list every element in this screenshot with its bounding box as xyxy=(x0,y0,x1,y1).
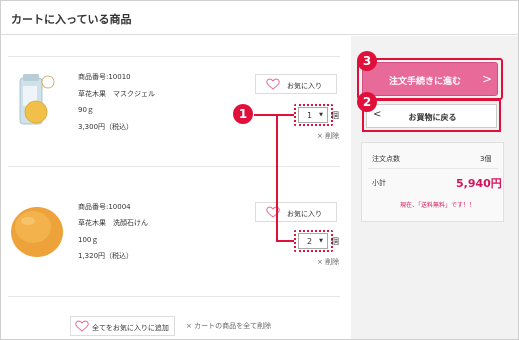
add-to-favorites-button[interactable]: お気に入り xyxy=(255,74,337,94)
checkout-label: 注文手続きに進む xyxy=(388,77,461,87)
divider xyxy=(8,56,340,57)
divider xyxy=(368,168,498,169)
product-size: 90ｇ xyxy=(78,106,94,114)
delete-item-button[interactable]: × 削除 xyxy=(317,131,339,141)
subtotal-value: 5,940円 xyxy=(456,177,502,190)
continue-shopping-button[interactable]: < お買物に戻る xyxy=(366,104,497,128)
back-label: お買物に戻る xyxy=(408,113,457,122)
product-image-mask-gel[interactable] xyxy=(14,72,58,128)
quantity-value: 1 xyxy=(307,111,313,120)
product-image-soap[interactable] xyxy=(8,203,66,259)
chevron-right-icon: > xyxy=(481,72,492,86)
annotation-line xyxy=(276,114,278,242)
delete-item-button[interactable]: × 削除 xyxy=(317,257,339,267)
proceed-to-checkout-button[interactable]: 注文手続きに進む > xyxy=(362,62,498,96)
quantity-select[interactable]: 2 ▼ xyxy=(298,233,328,249)
delete-all-button[interactable]: × カートの商品を全て削除 xyxy=(186,321,271,331)
heart-icon xyxy=(266,78,280,90)
subtotal-label: 小計 xyxy=(372,179,386,187)
heart-icon xyxy=(75,320,89,332)
product-size: 100ｇ xyxy=(78,236,99,244)
favorites-label: お気に入り xyxy=(287,82,322,90)
product-price: 1,320円（税込） xyxy=(78,252,134,260)
annotation-badge-3: 3 xyxy=(357,51,377,71)
quantity-value: 2 xyxy=(307,237,313,246)
quantity-unit: 個 xyxy=(331,237,339,246)
add-to-favorites-button[interactable]: お気に入り xyxy=(255,202,337,222)
quantity-unit: 個 xyxy=(331,111,339,120)
add-all-label: 全てをお気に入りに追加 xyxy=(92,324,169,332)
free-shipping-notice: 現在、「送料無料」です！！ xyxy=(400,202,476,209)
product-price: 3,300円（税込） xyxy=(78,123,134,131)
item-count-value: 3個 xyxy=(480,155,492,163)
favorites-label: お気に入り xyxy=(287,210,322,218)
annotation-badge-1: 1 xyxy=(233,104,253,124)
cart-header: カートに入っている商品 xyxy=(1,1,518,35)
annotation-badge-2: 2 xyxy=(357,92,377,112)
item-count-label: 注文点数 xyxy=(372,155,400,163)
annotation-line xyxy=(254,114,294,116)
annotation-line xyxy=(276,240,294,242)
divider xyxy=(8,296,340,297)
divider xyxy=(8,166,340,167)
product-code: 商品番号:10004 xyxy=(78,203,131,211)
quantity-select[interactable]: 1 ▼ xyxy=(298,107,328,123)
page-title: カートに入っている商品 xyxy=(11,13,132,26)
add-all-to-favorites-button[interactable]: 全てをお気に入りに追加 xyxy=(70,316,175,336)
product-name[interactable]: 草花木果 マスクジェル xyxy=(78,89,155,99)
order-summary: 注文点数 3個 小計 5,940円 現在、「送料無料」です！！ xyxy=(361,142,504,222)
caret-down-icon: ▼ xyxy=(319,238,323,244)
product-name[interactable]: 草花木果 洗顔石けん xyxy=(78,218,148,228)
product-code: 商品番号:10010 xyxy=(78,73,131,81)
caret-down-icon: ▼ xyxy=(319,112,323,118)
